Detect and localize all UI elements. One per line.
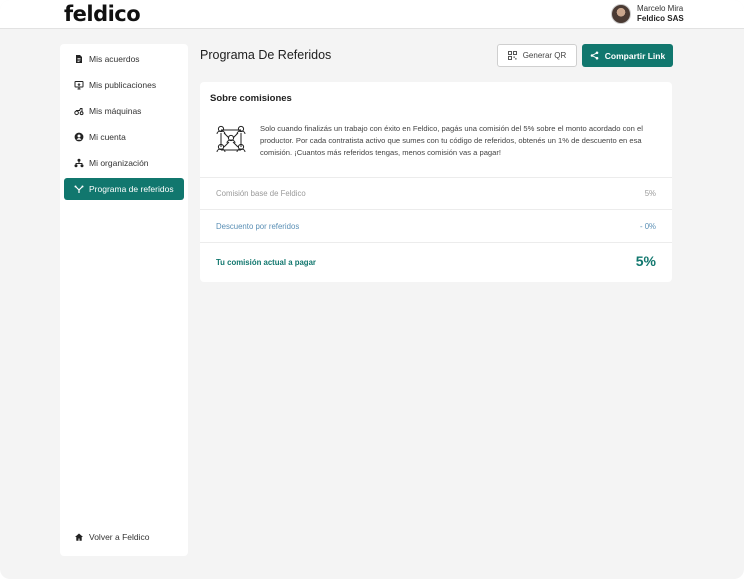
generate-qr-label: Generar QR (522, 51, 567, 60)
org-chart-icon (74, 158, 84, 168)
user-organization: Feldico SAS (637, 14, 684, 23)
sidebar-item-label: Mis acuerdos (89, 54, 140, 64)
user-menu[interactable]: Marcelo Mira Feldico SAS (611, 4, 684, 24)
referral-discount-row: Descuento por referidos - 0% (200, 209, 672, 242)
share-link-label: Compartir Link (604, 50, 666, 61)
sidebar-item-mi-organizacion[interactable]: Mi organización (64, 152, 184, 174)
commissions-card: Sobre comisiones Solo cuando finalizás u… (200, 82, 672, 282)
generate-qr-button[interactable]: Generar QR (497, 44, 577, 67)
sidebar-item-mi-cuenta[interactable]: Mi cuenta (64, 126, 184, 148)
qr-code-icon (507, 51, 517, 60)
user-circle-icon (74, 132, 84, 142)
tractor-icon (74, 106, 84, 116)
current-commission-row: Tu comisión actual a pagar 5% (200, 242, 672, 282)
sidebar-item-volver-a-feldico[interactable]: Volver a Feldico (64, 526, 184, 548)
row-label: Comisión base de Feldico (216, 189, 306, 198)
sidebar-item-label: Mis máquinas (89, 106, 142, 116)
user-info: Marcelo Mira Feldico SAS (637, 4, 684, 24)
sidebar-item-mis-maquinas[interactable]: Mis máquinas (64, 100, 184, 122)
monitor-icon (74, 80, 84, 90)
page-title: Programa De Referidos (200, 48, 332, 62)
user-name: Marcelo Mira (637, 4, 684, 13)
sidebar-item-mis-acuerdos[interactable]: Mis acuerdos (64, 48, 184, 70)
document-icon (74, 54, 84, 64)
sidebar-item-mis-publicaciones[interactable]: Mis publicaciones (64, 74, 184, 96)
feldico-logo[interactable]: feldico (64, 2, 141, 26)
referral-network-icon (216, 125, 246, 153)
row-label: Tu comisión actual a pagar (216, 258, 316, 267)
row-value: 5% (644, 189, 656, 198)
sidebar-item-label: Volver a Feldico (89, 532, 150, 542)
sidebar-item-label: Mi cuenta (89, 132, 126, 142)
home-icon (74, 532, 84, 542)
commission-description: Solo cuando finalizás un trabajo con éxi… (260, 124, 643, 157)
referral-icon (74, 184, 84, 194)
app-window: feldico Marcelo Mira Feldico SAS Mis acu… (0, 0, 744, 579)
share-icon (590, 51, 599, 60)
card-title: Sobre comisiones (210, 93, 292, 104)
row-value: 5% (635, 253, 656, 269)
row-value: - 0% (639, 222, 656, 231)
avatar[interactable] (611, 4, 631, 24)
sidebar-item-label: Mi organización (89, 158, 149, 168)
base-commission-row: Comisión base de Feldico 5% (200, 177, 672, 209)
sidebar-item-label: Mis publicaciones (89, 80, 157, 90)
sidebar-item-programa-de-referidos[interactable]: Programa de referidos (64, 178, 184, 200)
sidebar-item-label: Programa de referidos (89, 184, 174, 194)
share-link-button[interactable]: Compartir Link (582, 44, 673, 67)
top-bar: feldico Marcelo Mira Feldico SAS (0, 0, 744, 29)
row-label: Descuento por referidos (216, 222, 300, 231)
sidebar: Mis acuerdos Mis publicaciones Mis máqui… (60, 44, 188, 556)
